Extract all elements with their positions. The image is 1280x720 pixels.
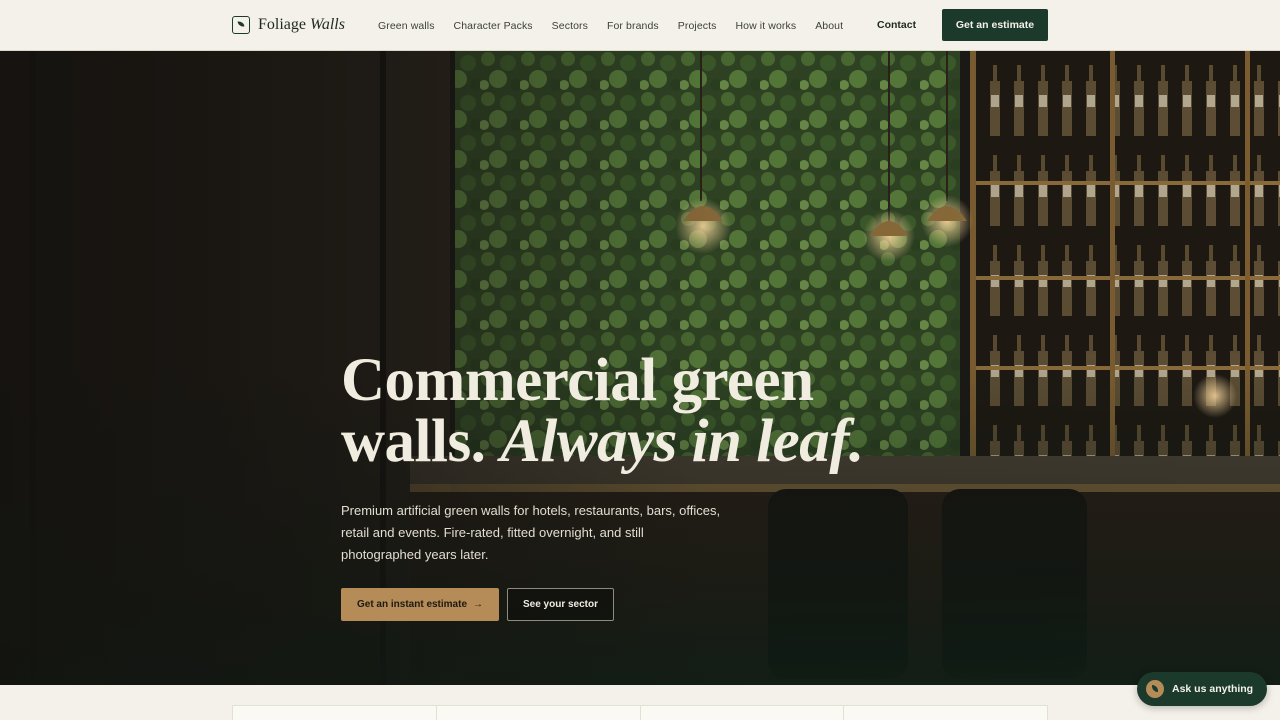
- nav-projects[interactable]: Projects: [678, 20, 717, 32]
- nav-how-it-works[interactable]: How it works: [735, 20, 796, 32]
- nav-green-walls[interactable]: Green walls: [378, 20, 435, 32]
- contact-link[interactable]: Contact: [877, 19, 916, 31]
- leaf-chat-icon: [1146, 680, 1164, 698]
- hero-title: Commercial green walls. Always in leaf.: [341, 347, 864, 475]
- main-nav: Green walls Character Packs Sectors For …: [378, 0, 843, 51]
- hero-section: Commercial green walls. Always in leaf. …: [0, 51, 1280, 685]
- nav-for-brands[interactable]: For brands: [607, 20, 659, 32]
- feature-card: [233, 706, 437, 720]
- get-estimate-button[interactable]: Get an estimate: [942, 9, 1048, 41]
- feature-card: [844, 706, 1047, 720]
- arrow-right-icon: →: [473, 599, 484, 610]
- ask-us-chat-button[interactable]: Ask us anything: [1137, 672, 1267, 706]
- hero-subtitle: Premium artificial green walls for hotel…: [341, 503, 721, 562]
- instant-estimate-button[interactable]: Get an instant estimate →: [341, 588, 499, 621]
- feature-card: [641, 706, 845, 720]
- see-your-sector-button[interactable]: See your sector: [507, 588, 614, 621]
- feature-card: [437, 706, 641, 720]
- logo-text: Foliage Walls: [258, 16, 345, 33]
- nav-character-packs[interactable]: Character Packs: [454, 20, 533, 32]
- logo[interactable]: Foliage Walls: [232, 12, 345, 38]
- feature-strip: [232, 705, 1048, 720]
- site-header: Foliage Walls Green walls Character Pack…: [0, 0, 1280, 51]
- nav-about[interactable]: About: [815, 20, 843, 32]
- leaf-logo-icon: [232, 16, 250, 34]
- nav-sectors[interactable]: Sectors: [552, 20, 588, 32]
